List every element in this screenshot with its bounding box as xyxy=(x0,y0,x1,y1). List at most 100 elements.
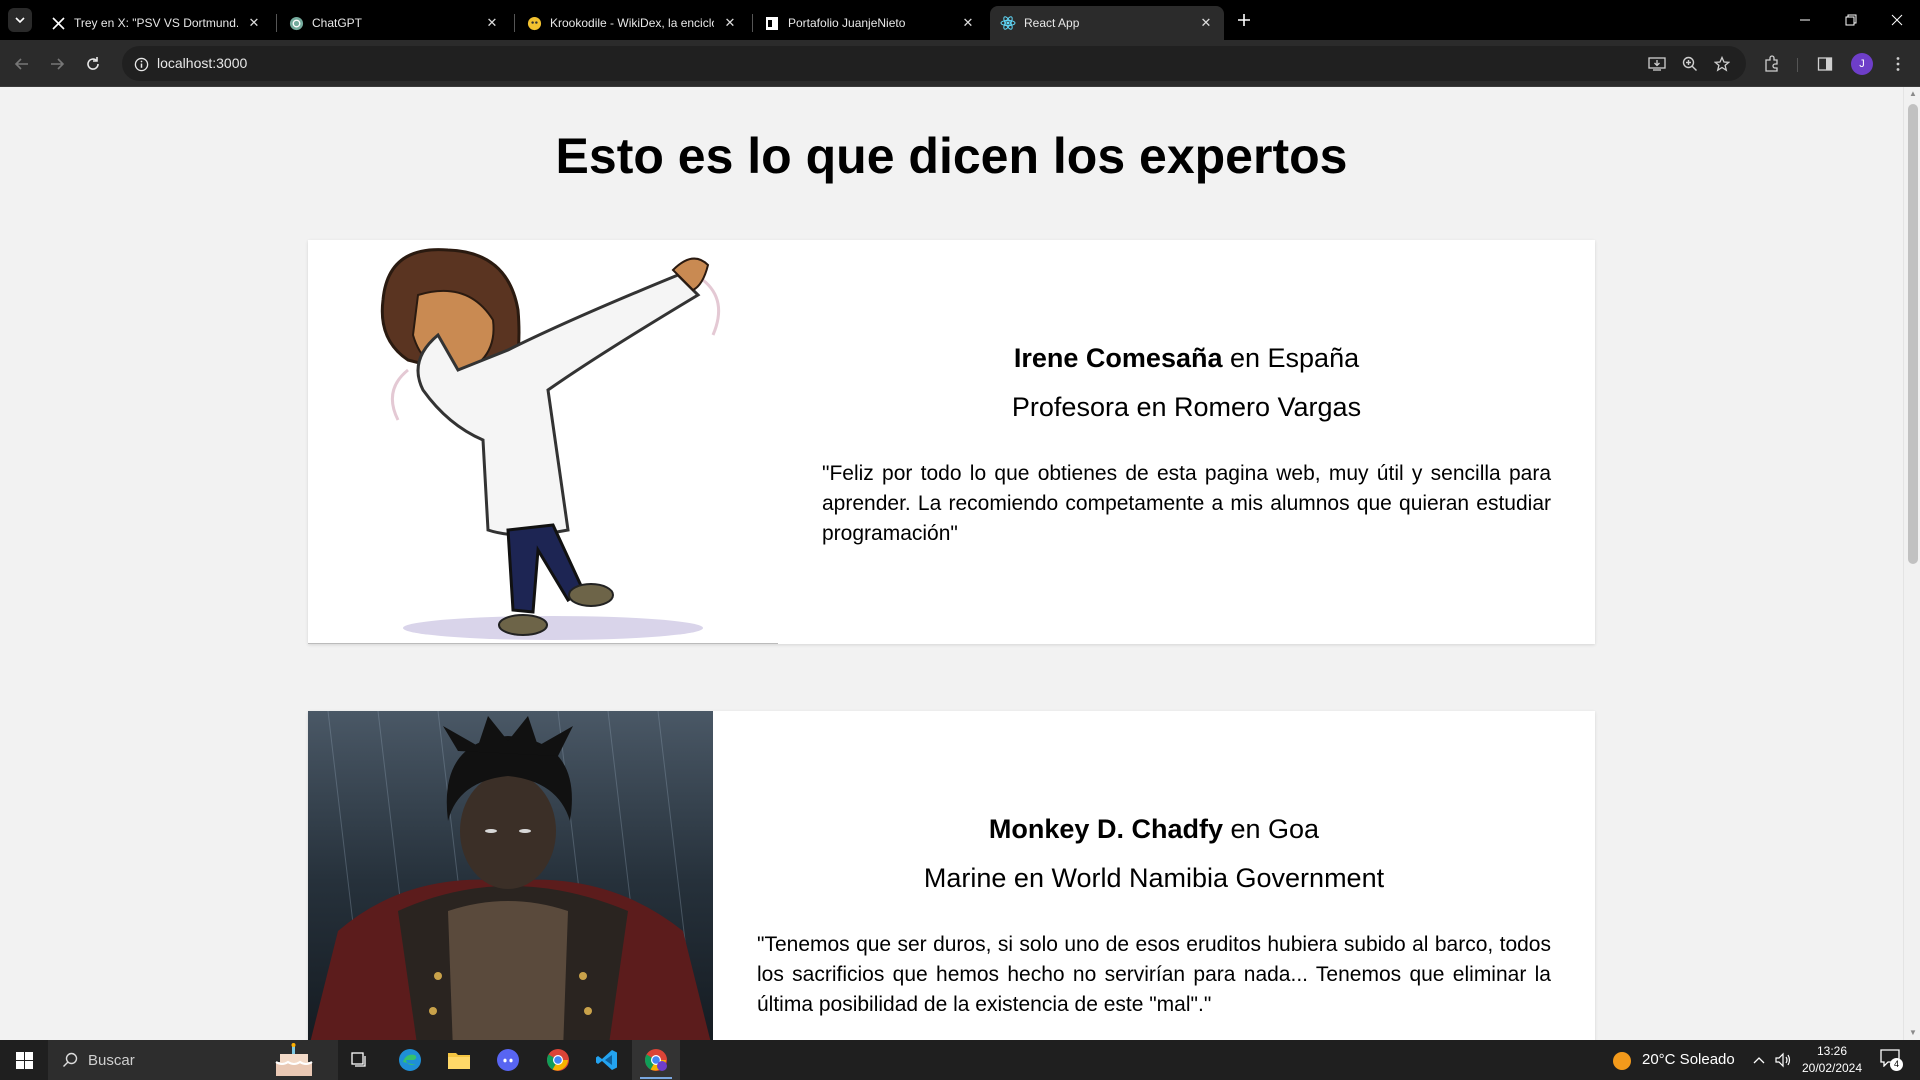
testimonial-card: Irene Comesaña en España Profesora en Ro… xyxy=(308,240,1595,644)
x-logo-icon xyxy=(50,15,66,31)
chrome-icon xyxy=(547,1049,569,1071)
extensions-icon[interactable] xyxy=(1760,52,1784,76)
profile-avatar[interactable]: J xyxy=(1851,53,1873,75)
toolbar-divider xyxy=(1797,58,1798,72)
side-panel-icon[interactable] xyxy=(1813,52,1837,76)
chevron-down-icon xyxy=(15,17,25,24)
edge-icon xyxy=(399,1049,421,1071)
page-viewport: Esto es lo que dicen los expertos Irene … xyxy=(0,87,1903,1040)
start-button[interactable] xyxy=(0,1040,48,1080)
clock-date: 20/02/2024 xyxy=(1801,1061,1863,1075)
tab-separator xyxy=(276,14,277,32)
avatar-photo xyxy=(308,240,778,644)
tab-title: Krookodile - WikiDex, la enciclo xyxy=(550,16,714,30)
clock-time: 13:26 xyxy=(1816,1044,1848,1058)
tab-title: Trey en X: "PSV VS Dortmund. Ir xyxy=(74,16,238,30)
reload-button[interactable] xyxy=(79,50,107,78)
scroll-up-icon[interactable]: ▲ xyxy=(1908,89,1918,99)
testimonial-name: Monkey D. Chadfy xyxy=(988,814,1223,844)
install-app-icon[interactable] xyxy=(1646,54,1668,74)
chatgpt-icon xyxy=(288,15,304,31)
taskbar-discord[interactable] xyxy=(484,1040,532,1080)
tab-search-button[interactable] xyxy=(8,8,32,32)
tab-title: React App xyxy=(1024,16,1080,30)
search-label: Buscar xyxy=(88,1052,135,1069)
tab-portfolio[interactable]: Portafolio JuanjeNieto ✕ xyxy=(754,6,986,40)
testimonial-location: Goa xyxy=(1268,814,1320,844)
back-button[interactable] xyxy=(8,50,36,78)
bookmark-star-icon[interactable] xyxy=(1711,54,1733,74)
task-view-icon xyxy=(351,1052,366,1067)
minimize-button[interactable] xyxy=(1782,0,1828,40)
restore-icon xyxy=(1845,14,1857,26)
tab-wikidex[interactable]: Krookodile - WikiDex, la enciclo ✕ xyxy=(516,6,748,40)
birthday-cake-icon xyxy=(275,1043,313,1076)
testimonial-content: Monkey D. Chadfy en Goa Marine en World … xyxy=(713,711,1595,1020)
task-view-button[interactable] xyxy=(336,1040,384,1080)
page-scrollbar[interactable]: ▲ ▼ xyxy=(1903,87,1920,1040)
taskbar-chrome[interactable] xyxy=(534,1040,582,1080)
weather-text[interactable]: 20°C Soleado xyxy=(1642,1051,1735,1068)
taskbar-chrome-profile[interactable] xyxy=(632,1040,680,1080)
close-icon xyxy=(1891,14,1903,26)
name-connector: en xyxy=(1222,814,1269,844)
notifications-button[interactable]: 4 xyxy=(1880,1049,1903,1071)
arrow-right-icon xyxy=(51,58,65,70)
close-icon[interactable]: ✕ xyxy=(722,15,738,31)
tab-react-app[interactable]: React App ✕ xyxy=(990,6,1224,40)
testimonial-content: Irene Comesaña en España Profesora en Ro… xyxy=(778,240,1595,549)
address-bar[interactable]: localhost:3000 xyxy=(122,46,1746,81)
tab-twitter[interactable]: Trey en X: "PSV VS Dortmund. Ir ✕ xyxy=(40,6,272,40)
close-window-button[interactable] xyxy=(1874,0,1920,40)
search-icon xyxy=(63,1052,78,1067)
page-title: Esto es lo que dicen los expertos xyxy=(555,128,1348,184)
testimonial-location: España xyxy=(1267,343,1360,373)
tab-strip: Trey en X: "PSV VS Dortmund. Ir ✕ ChatGP… xyxy=(0,0,1920,40)
testimonial-quote: "Tenemos que ser duros, si solo uno de e… xyxy=(757,933,1551,1016)
sun-icon xyxy=(1613,1052,1631,1070)
testimonial-card: Monkey D. Chadfy en Goa Marine en World … xyxy=(308,711,1595,1040)
avatar-photo xyxy=(308,711,713,1040)
vscode-icon xyxy=(596,1050,617,1070)
chevron-up-icon[interactable] xyxy=(1753,1055,1765,1065)
new-tab-button[interactable] xyxy=(1232,8,1256,32)
scrollbar-thumb[interactable] xyxy=(1908,104,1918,564)
close-icon[interactable]: ✕ xyxy=(1198,15,1214,31)
testimonial-heading: Irene Comesaña en España xyxy=(822,343,1551,374)
browser-toolbar: localhost:3000 J xyxy=(0,40,1920,87)
page-icon xyxy=(764,15,780,31)
close-icon[interactable]: ✕ xyxy=(246,15,262,31)
plus-icon xyxy=(1238,14,1250,26)
tab-separator xyxy=(514,14,515,32)
reload-icon xyxy=(87,57,99,70)
testimonial-quote: "Feliz por todo lo que obtienes de esta … xyxy=(822,462,1551,545)
menu-kebab-icon[interactable] xyxy=(1886,52,1910,76)
forward-button[interactable] xyxy=(43,50,71,78)
close-icon[interactable]: ✕ xyxy=(484,15,500,31)
taskbar-search[interactable]: Buscar xyxy=(48,1040,338,1080)
windows-logo-icon xyxy=(15,1051,33,1069)
volume-icon[interactable] xyxy=(1774,1052,1792,1068)
minimize-icon xyxy=(1800,19,1810,21)
folder-icon xyxy=(448,1053,470,1069)
testimonial-role: Marine en World Namibia Government xyxy=(923,863,1385,893)
react-icon xyxy=(1000,15,1016,31)
close-icon[interactable]: ✕ xyxy=(960,15,976,31)
url-text: localhost:3000 xyxy=(157,55,248,71)
chrome-profile-icon xyxy=(645,1049,667,1071)
tab-separator xyxy=(752,14,753,32)
site-info-icon[interactable] xyxy=(130,53,152,75)
zoom-icon[interactable] xyxy=(1679,54,1701,74)
scroll-down-icon[interactable]: ▼ xyxy=(1908,1028,1918,1038)
tab-chatgpt[interactable]: ChatGPT ✕ xyxy=(278,6,510,40)
testimonial-role: Profesora en Romero Vargas xyxy=(1011,392,1362,422)
name-connector: en xyxy=(1222,343,1268,373)
windows-taskbar: Buscar 20°C Soleado 13:26 20/02/2024 4 xyxy=(0,1040,1920,1080)
taskbar-vscode[interactable] xyxy=(583,1040,631,1080)
taskbar-edge[interactable] xyxy=(386,1040,434,1080)
restore-button[interactable] xyxy=(1828,0,1874,40)
taskbar-clock[interactable]: 13:26 20/02/2024 xyxy=(1796,1043,1868,1077)
taskbar-file-explorer[interactable] xyxy=(435,1040,483,1080)
discord-icon xyxy=(497,1049,519,1071)
notification-count-badge: 4 xyxy=(1890,1058,1903,1071)
